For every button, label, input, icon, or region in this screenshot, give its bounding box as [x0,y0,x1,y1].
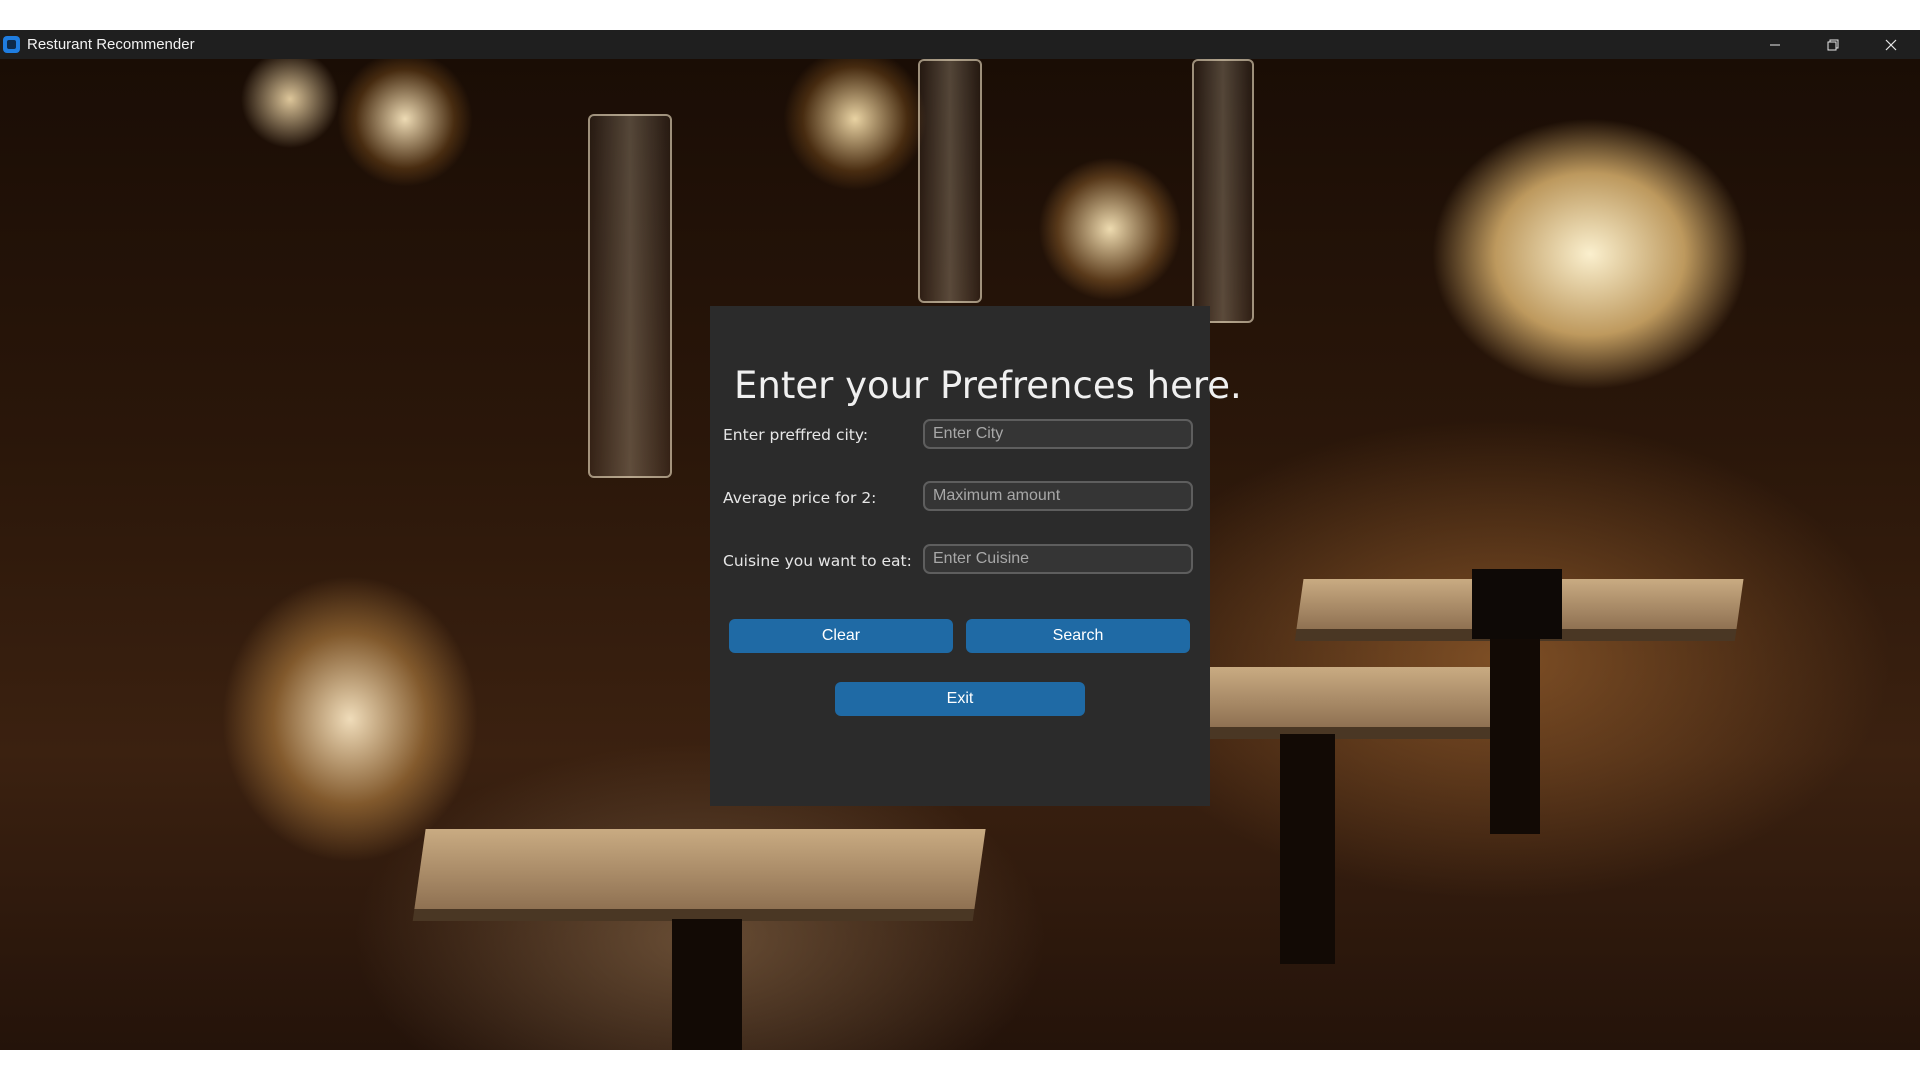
app-icon-inner [7,40,16,49]
minimize-icon [1770,44,1780,45]
exit-button[interactable]: Exit [835,682,1085,716]
app-icon [3,36,20,53]
plant-pot [1472,569,1562,639]
pendant-lamp-tube [918,59,982,303]
restore-icon [1827,39,1839,50]
restore-button[interactable] [1804,30,1862,59]
city-input[interactable] [923,419,1193,449]
cuisine-label: Cuisine you want to eat: [723,552,912,570]
search-button[interactable]: Search [966,619,1190,653]
pendant-lamp-tube [1192,59,1254,323]
table-leg [1280,734,1335,964]
preferences-panel: Enter your Prefrences here. Enter preffr… [710,306,1242,806]
window-title: Resturant Recommender [27,36,195,53]
close-icon [1885,39,1897,50]
city-label: Enter preffred city: [723,426,869,444]
app-window: Resturant Recommender Enter your Prefren… [0,30,1920,1050]
minimize-button[interactable] [1746,30,1804,59]
table [1185,667,1535,727]
price-input[interactable] [923,481,1193,511]
clear-button[interactable]: Clear [729,619,953,653]
cuisine-input[interactable] [923,544,1193,574]
page-title: Enter your Prefrences here. [734,364,1242,407]
window-controls [1746,30,1920,59]
close-button[interactable] [1862,30,1920,59]
table-leg [672,919,742,1050]
title-bar[interactable]: Resturant Recommender [0,30,1920,59]
table-leg [1490,634,1540,834]
pendant-lamp-tube [588,114,672,478]
price-label: Average price for 2: [723,489,877,507]
table [414,829,986,909]
